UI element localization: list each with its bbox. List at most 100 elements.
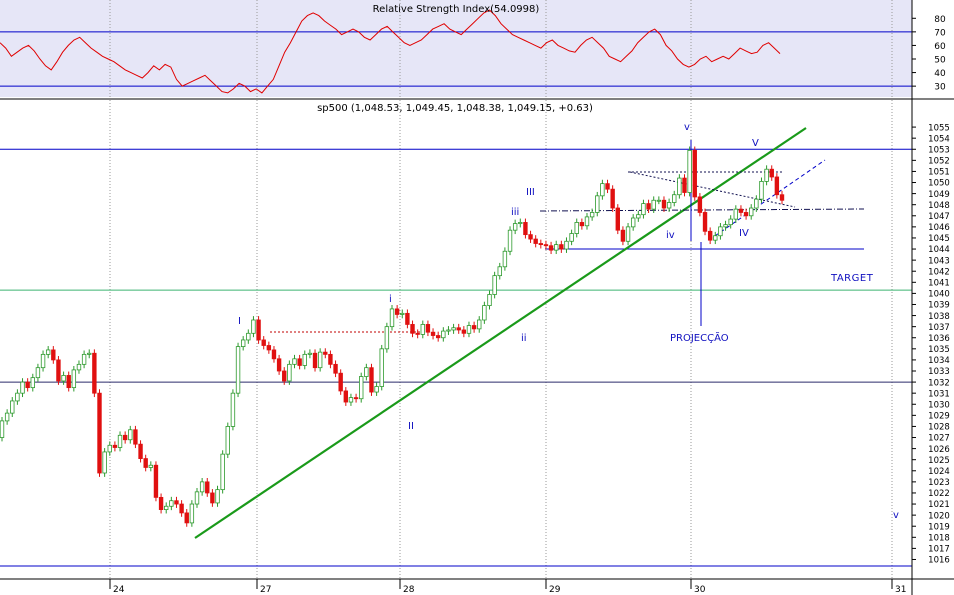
price-tick-label-25: 1030 [928,400,950,410]
price-vertical-grid [109,100,893,579]
label-wave-i: i [389,294,392,305]
label-wave-v-small: v [893,510,899,521]
candle-body-119 [610,188,615,209]
date-tick-label-0: 24 [113,585,125,595]
candle-body-73 [374,386,379,393]
rsi-tick-label-0: 80 [934,15,946,25]
candle-body-130 [666,202,672,209]
candle-body-92 [471,325,477,330]
price-tick-label-3: 1052 [928,157,950,167]
price-tick-label-27: 1028 [928,423,950,433]
candle-body-94 [482,305,487,321]
label-wave-I: I [238,316,241,327]
candle-body-138 [707,230,713,241]
candle-body-84 [430,331,436,336]
candle-body-87 [446,329,451,332]
candle-body-109 [559,244,564,250]
candle-body-62 [317,351,323,369]
label-target: TARGET [830,273,874,284]
candle-body-49 [251,319,256,334]
candle-body-17 [87,352,92,355]
candle-body-23 [117,434,123,448]
candle-body-86 [441,330,446,339]
candle-body-78 [400,312,405,315]
price-tick-label-22: 1033 [928,367,950,377]
candle-body-48 [246,332,251,341]
price-tick-label-30: 1025 [928,456,950,466]
candle-body-150 [769,168,774,178]
candle-body-82 [420,324,425,335]
candle-body-59 [302,353,307,366]
price-tick-label-12: 1043 [928,256,950,266]
candle-body-80 [410,324,415,334]
date-tick-label-3: 29 [549,585,561,595]
candle-body-141 [723,224,728,228]
candle-body-144 [738,208,744,213]
candle-body-50 [256,319,261,341]
candle-body-18 [92,352,97,394]
candle-body-68 [348,397,354,403]
candle-body-101 [518,222,523,224]
candle-body-32 [164,505,169,510]
candle-body-88 [451,327,456,331]
label-wave-ii: ii [521,333,527,344]
candle-body-127 [651,199,656,210]
price-tick-label-23: 1032 [928,378,950,388]
price-tick-label-10: 1045 [928,234,950,244]
candle-body-37 [189,503,195,524]
candle-body-133 [682,177,687,193]
candle-body-71 [364,367,369,377]
date-tick-label-1: 27 [260,585,271,595]
candle-body-129 [661,199,667,209]
candle-body-74 [379,348,384,387]
candle-body-103 [528,234,533,240]
candle-body-61 [312,352,318,369]
candle-body-135 [692,149,697,198]
price-tick-label-32: 1023 [928,478,950,488]
rsi-title: Relative Strength Index(54.0998) [373,4,540,15]
candle-body-69 [353,397,359,400]
date-tick-label-2: 28 [403,585,415,595]
candle-body-46 [235,346,241,394]
candle-body-137 [702,212,708,232]
wave-labels: TARGET PROJECÇÃO I i II ii III iii iv IV… [238,122,899,521]
label-wave-V: V [752,138,759,149]
candle-body-54 [276,358,282,372]
candle-body-149 [764,168,769,182]
price-tick-label-7: 1048 [928,201,950,211]
candle-body-24 [122,434,128,441]
price-tick-label-29: 1026 [928,445,950,455]
date-axis-ticks: 24 27 28 29 30 31 [109,579,906,595]
candle-body-63 [323,351,328,355]
price-tick-label-39: 1016 [928,556,950,566]
candle-body-85 [435,335,441,339]
candle-body-1 [4,412,10,422]
candle-body-120 [615,207,620,231]
candle-body-132 [677,177,682,196]
candle-body-34 [174,500,179,505]
price-tick-label-38: 1017 [928,545,950,555]
candle-body-96 [492,275,497,295]
candle-body-9 [45,349,51,355]
label-wave-III: III [526,187,535,198]
price-title: sp500 (1,048.53, 1,049.45, 1,048.38, 1,0… [317,103,593,114]
candle-body-79 [405,312,410,325]
candle-body-124 [636,214,641,219]
price-tick-label-9: 1046 [928,223,950,233]
candle-body-0 [0,420,5,438]
candle-body-134 [687,149,692,193]
rsi-tick-label-4: 40 [934,69,946,79]
price-tick-label-16: 1039 [928,301,950,311]
price-tick-label-11: 1044 [928,245,950,255]
candle-body-28 [143,458,148,468]
candle-body-72 [369,367,374,393]
candle-body-19 [97,392,102,474]
candle-body-77 [394,308,400,315]
candle-body-112 [574,222,579,234]
candle-body-148 [759,181,764,200]
candle-body-113 [579,222,585,227]
candle-body-123 [630,217,636,228]
candle-body-64 [328,353,333,365]
label-wave-iii: iii [511,207,519,218]
price-tick-label-35: 1020 [928,511,950,521]
